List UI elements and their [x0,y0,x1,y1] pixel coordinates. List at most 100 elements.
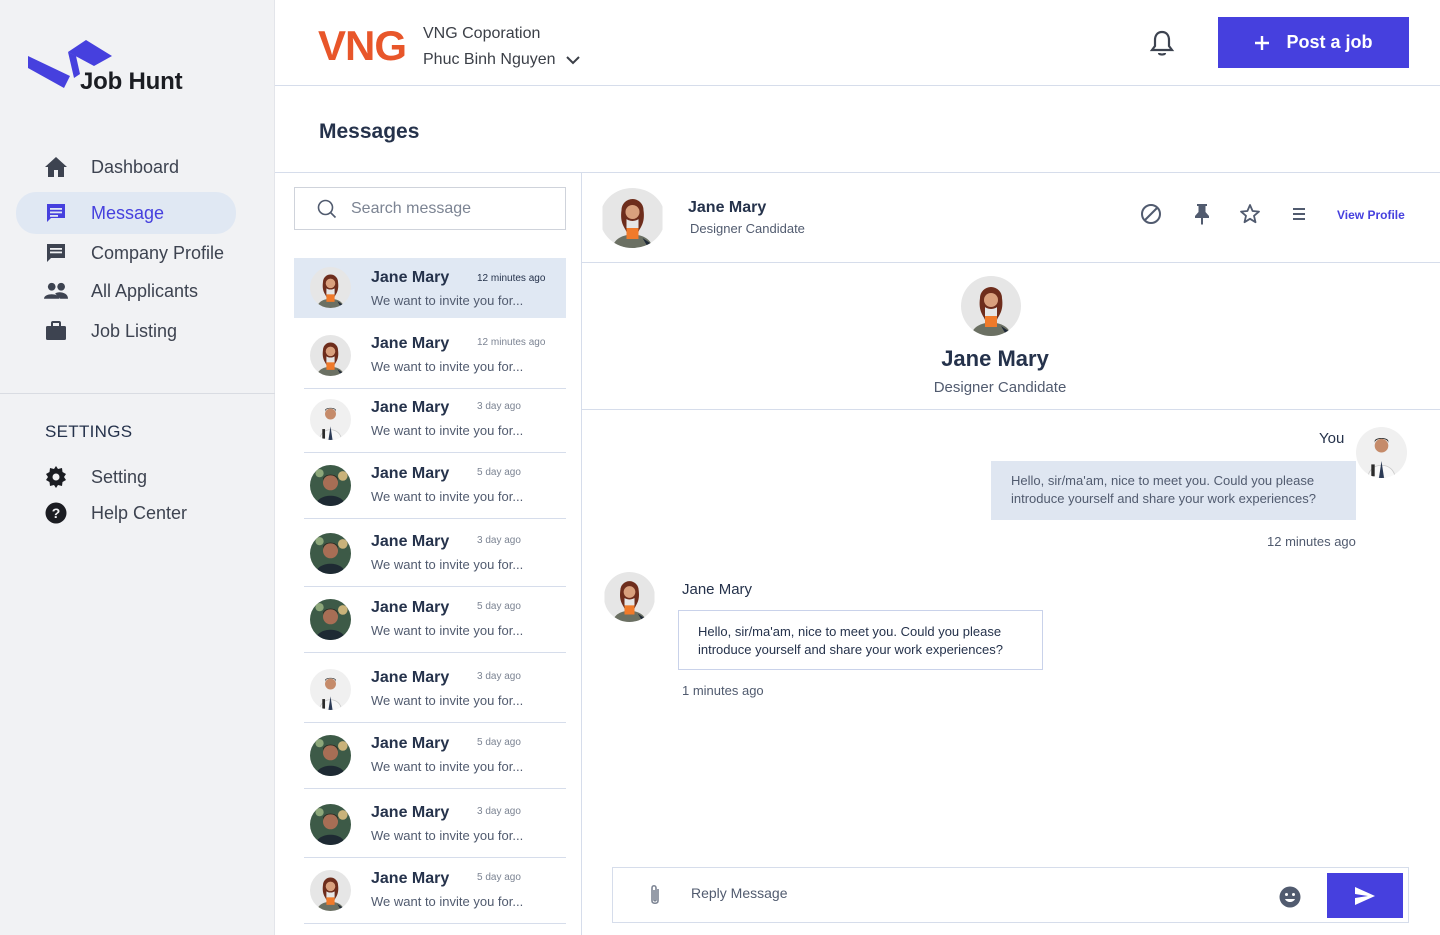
conversation-preview: We want to invite you for... [371,293,524,308]
post-job-button[interactable]: Post a job [1218,17,1409,68]
main-nav: Dashboard Message Company Profile All Ap… [16,148,256,350]
menu-icon [1293,208,1305,220]
gear-icon [44,465,68,489]
nav-item-message[interactable]: Message [16,192,236,234]
search-box[interactable] [294,187,566,230]
page-title-bar: Messages [275,86,1440,173]
conversation-name: Jane Mary [371,269,450,286]
reply-input[interactable] [691,885,1251,901]
message-composer [612,867,1409,923]
conversation-item[interactable]: Jane Mary 3 day ago We want to invite you … [304,387,566,453]
nav-item-company-profile[interactable]: Company Profile [16,234,256,272]
conversation-time: 5 day ago [477,872,521,883]
sidebar-divider [0,393,275,394]
conversation-item[interactable]: Jane Mary 3 day ago We want to invite you … [304,792,566,858]
conversation-time: 3 day ago [477,806,521,817]
conversation-preview: We want to invite you for... [371,423,524,438]
post-job-label: Post a job [1286,32,1373,52]
help-icon: ? [44,501,68,525]
nav-label: Company Profile [91,242,225,263]
conversation-time: 3 day ago [477,535,521,546]
nav-item-help-center[interactable]: ? Help Center [16,494,256,532]
top-header: VNG VNG Coporation Phuc Binh Nguyen Post… [275,0,1440,86]
avatar [1356,427,1407,478]
conversation-item[interactable]: Jane Mary 12 minutes ago We want to invite… [294,258,566,318]
conversation-name: Jane Mary [371,335,450,352]
nav-label: Job Listing [91,320,178,341]
conversation-item[interactable]: Jane Mary 3 day ago We want to invite you … [304,657,566,723]
conversation-preview: We want to invite you for... [371,759,524,774]
contact-profile-summary: Jane Mary Designer Candidate [582,263,1440,410]
profile-name: Jane Mary [941,346,1049,371]
company-switcher[interactable]: Phuc Binh Nguyen [423,51,580,69]
avatar [310,267,351,308]
conversation-preview: We want to invite you for... [371,828,524,843]
avatar[interactable] [600,188,665,248]
nav-label: All Applicants [91,280,199,301]
emoji-button[interactable] [1278,885,1302,909]
conversation-time: 5 day ago [477,467,521,478]
nav-item-all-applicants[interactable]: All Applicants [16,272,256,310]
conversation-preview: We want to invite you for... [371,489,524,504]
nav-label: Help Center [91,502,188,523]
logo[interactable]: Job Hunt [28,38,208,98]
contact-name: Jane Mary [688,199,767,216]
nav-label: Setting [91,466,148,487]
block-button[interactable] [1139,202,1163,226]
star-button[interactable] [1238,202,1262,226]
avatar [310,465,351,506]
conversation-preview: We want to invite you for... [371,623,524,638]
home-icon [44,155,68,179]
conversation-time: 5 day ago [477,737,521,748]
outgoing-time: 12 minutes ago [1267,534,1356,549]
conversation-item[interactable]: Jane Mary 5 day ago We want to invite you … [304,453,566,519]
nav-item-dashboard[interactable]: Dashboard [16,148,256,186]
conversation-item[interactable]: Jane Mary 5 day ago We want to invite you … [304,723,566,789]
view-profile-link[interactable]: View Profile [1337,208,1405,222]
conversation-preview: We want to invite you for... [371,693,524,708]
outgoing-message: Hello, sir/ma'am, nice to meet you. Coul… [991,461,1356,520]
chat-pane: Jane Mary Designer Candidate View Profil… [582,173,1440,935]
sender-label-you: You [1319,430,1345,447]
notifications-button[interactable] [1147,28,1177,58]
conversation-name: Jane Mary [371,804,450,821]
conversation-item[interactable]: Jane Mary 5 day ago We want to invite you … [304,587,566,653]
send-icon [1355,886,1375,905]
svg-text:VNG: VNG [318,26,406,64]
conversation-name: Jane Mary [371,465,450,482]
avatar [310,335,351,376]
conversation-name: Jane Mary [371,735,450,752]
nav-label: Dashboard [91,156,180,177]
conversation-name: Jane Mary [371,599,450,616]
pin-button[interactable] [1190,202,1214,226]
nav-item-setting[interactable]: Setting [16,458,256,496]
message-icon [44,201,68,225]
conversation-preview: We want to invite you for... [371,557,524,572]
menu-button[interactable] [1287,202,1311,226]
conversation-item[interactable]: Jane Mary 12 minutes ago We want to invite… [304,323,566,389]
send-button[interactable] [1327,873,1403,918]
avatar [310,599,351,640]
conversation-item[interactable]: Jane Mary 5 day ago We want to invite you … [304,858,566,924]
conversation-name: Jane Mary [371,669,450,686]
avatar [310,735,351,776]
conversation-preview: We want to invite you for... [371,894,524,909]
paperclip-icon [651,884,659,905]
avatar [604,572,655,622]
conversation-item[interactable]: Jane Mary 3 day ago We want to invite you … [304,521,566,587]
block-icon [1141,204,1161,224]
pin-icon [1195,204,1209,225]
emoji-icon [1279,886,1301,908]
people-icon [44,279,68,303]
company-name: VNG Coporation [423,25,541,42]
settings-nav: Setting ? Help Center [16,458,256,532]
conversation-preview: We want to invite you for... [371,359,524,374]
avatar[interactable] [961,276,1021,336]
conversation-time: 5 day ago [477,601,521,612]
nav-item-job-listing[interactable]: Job Listing [16,312,256,350]
bell-icon [1149,30,1175,56]
search-input[interactable] [351,199,551,218]
attach-button[interactable] [643,883,667,909]
user-name: Phuc Binh Nguyen [423,51,556,68]
app-root: Job Hunt Dashboard Message Company Profi… [0,0,1440,935]
